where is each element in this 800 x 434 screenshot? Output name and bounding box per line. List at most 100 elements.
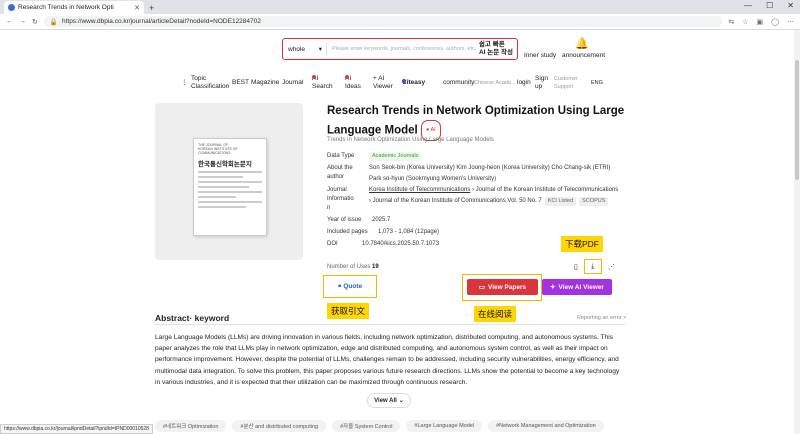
uses-count: 19 <box>372 264 379 270</box>
language-toggle[interactable]: ENG <box>591 79 603 87</box>
support-line1: Customer <box>554 76 578 82</box>
ai-ideas-dot-icon <box>345 75 349 79</box>
bookmark-icon[interactable]: ▯ <box>574 263 578 271</box>
journal-issue-link[interactable]: Journal of the Korean Institute of Commu… <box>373 198 542 204</box>
maximize-button[interactable]: ☐ <box>766 1 773 10</box>
forward-icon[interactable]: → <box>19 18 26 25</box>
browser-tabbar: Research Trends in Network Opti ✕ + — ☐ … <box>0 0 800 14</box>
journal-label-line3: n <box>327 205 331 211</box>
authors[interactable]: Son Seok-bin (Korea University) Kim Joon… <box>369 164 610 184</box>
scopus-tag: SCOPUS <box>579 197 609 206</box>
tab-title: Research Trends in Network Opti <box>18 4 114 11</box>
sparkle-icon: ✦ <box>550 284 556 291</box>
keyword-chip[interactable]: #Network Management and Optimization <box>488 420 604 432</box>
journal-cover: THE JOURNAL OF KOREAN INSTITUTE OF COMMU… <box>155 103 303 260</box>
journal-label-line1: Journal <box>327 187 347 193</box>
browser-toolbar-icons: ⇆ ☆ ▣ ◯ ⋯ <box>728 18 794 26</box>
year-label: Year of issue <box>327 217 362 223</box>
collections-icon[interactable]: ▣ <box>757 18 764 26</box>
article-subtitle: Trends in Network Optimization Using Lar… <box>327 137 494 143</box>
customer-support-link[interactable]: Customer Support <box>554 75 578 91</box>
article-tools: ▯ ⤓ ⋰ <box>574 259 615 274</box>
nav-chinese[interactable]: Chinese Acade... <box>474 79 516 87</box>
new-tab-button[interactable]: + <box>149 3 154 13</box>
search-input[interactable]: Please enter keywords, journals, confere… <box>327 46 479 52</box>
search-scope-select[interactable]: whole ▾ <box>283 43 327 55</box>
keyword-chip[interactable]: #분산 and distributed computing <box>232 420 327 432</box>
browser-tab[interactable]: Research Trends in Network Opti ✕ <box>4 1 144 14</box>
address-bar: ← → ↻ 🔒 https://www.dbpia.co.kr/journal/… <box>0 14 800 30</box>
announcement-link[interactable]: announcement <box>562 52 605 59</box>
ai-writing-button[interactable]: 쉽고 빠른 AI 논문 작성 <box>479 41 517 57</box>
browser-status-bar: https://www.dbpia.co.kr/journal/ipndDeta… <box>0 424 153 434</box>
inner-study-link[interactable]: Inner study <box>524 52 556 59</box>
chevron-right-icon: › <box>471 187 474 193</box>
nav-journal[interactable]: Journal <box>282 79 303 87</box>
profile-icon[interactable]: ◯ <box>771 18 779 26</box>
nav-topic-classification[interactable]: Topic Classification <box>191 75 229 91</box>
view-all-label: View All <box>374 397 397 404</box>
article-title: Research Trends in Network Optimization … <box>327 103 627 141</box>
nav-magazine[interactable]: Magazine <box>251 79 279 87</box>
nav-ai-ideas[interactable]: AI Ideas <box>345 75 361 91</box>
cover-title: 한국통신학회논문지 <box>198 161 252 168</box>
translate-icon[interactable]: ⇆ <box>728 18 734 26</box>
nav-ai-ideas-line2: Ideas <box>345 83 361 90</box>
nav-citeasy[interactable]: Citeasy <box>402 79 425 87</box>
quote-icon: ❝ <box>337 283 342 291</box>
signup-line2: up <box>535 83 543 90</box>
nav-ai-viewer[interactable]: + AI Viewer <box>373 75 393 91</box>
search-box: whole ▾ Please enter keywords, journals,… <box>282 38 518 60</box>
book-icon: ▭ <box>478 284 485 291</box>
reload-icon[interactable]: ↻ <box>32 18 38 26</box>
cover-journal-mid: KOREAN INSTITUTE OF COMMUNICATIONS <box>198 147 238 155</box>
keyword-chip[interactable]: #Large Language Model <box>406 420 483 432</box>
abstract-heading: Abstract· keyword <box>155 313 230 323</box>
cover-image: THE JOURNAL OF KOREAN INSTITUTE OF COMMU… <box>193 138 267 236</box>
tab-close-icon[interactable]: ✕ <box>134 4 140 12</box>
url-text: https://www.dbpia.co.kr/journal/articleD… <box>61 18 261 25</box>
doi-value[interactable]: 10.7840/kics.2025.50.7.1073 <box>362 240 439 249</box>
menu-icon[interactable]: ⋯ <box>787 18 794 26</box>
window-controls: — ☐ ✕ <box>744 1 794 10</box>
support-line2: Support <box>554 84 574 90</box>
nav-community[interactable]: community <box>443 79 474 87</box>
divider <box>155 324 625 325</box>
url-field[interactable]: 🔒 https://www.dbpia.co.kr/journal/articl… <box>43 16 723 27</box>
keyword-chip[interactable]: #네트워크 Optimization <box>155 420 227 432</box>
abstract-text: Large Language Models (LLMs) are driving… <box>155 334 620 386</box>
nav-ai-search[interactable]: AI Search <box>312 75 333 91</box>
quote-button-label: Quote <box>343 283 363 290</box>
back-icon[interactable]: ← <box>6 18 13 25</box>
nav-best[interactable]: BEST <box>232 79 249 87</box>
window-close-button[interactable]: ✕ <box>787 1 794 10</box>
chevron-down-icon: ▾ <box>318 46 322 53</box>
keyword-chip[interactable]: #자율 System Control <box>332 420 401 432</box>
download-icon[interactable]: ⤓ <box>583 259 602 274</box>
journal-name-link[interactable]: Journal of the Korean Institute of Telec… <box>476 187 619 193</box>
nav-ai-viewer-line1: AI <box>378 75 385 82</box>
view-papers-button[interactable]: ▭ View Papers <box>467 279 538 295</box>
site-header: whole ▾ Please enter keywords, journals,… <box>0 30 800 95</box>
doi-label: DOI <box>327 241 338 247</box>
report-error-link[interactable]: Reporting an error > <box>577 315 626 321</box>
view-all-button[interactable]: View All ⌄ <box>367 393 411 408</box>
view-ai-viewer-button[interactable]: ✦ View AI Viewer <box>542 279 612 295</box>
menu-list-icon: ⋮ <box>181 79 188 86</box>
signup-link[interactable]: Sign up <box>535 75 548 91</box>
pages-value: 1,073 - 1,084 (12page) <box>378 229 440 235</box>
nav-ai-viewer-line2: Viewer <box>373 83 393 90</box>
quote-button[interactable]: ❝ Quote <box>325 277 375 296</box>
authors-line2: Park so-hyun (Sookmyung Women's Universi… <box>369 176 497 182</box>
read-annotation-label: 在线阅读 <box>474 306 517 322</box>
share-icon[interactable]: ⋰ <box>608 263 615 271</box>
journal-publisher-link[interactable]: Korea Institute of Telecommunications <box>369 187 470 193</box>
login-link[interactable]: login <box>517 79 531 87</box>
minimize-button[interactable]: — <box>744 1 752 10</box>
ai-writing-line1: 쉽고 빠른 <box>478 41 505 48</box>
journal-info: Korea Institute of Telecommunications › … <box>369 186 618 206</box>
ai-search-dot-icon <box>312 75 316 79</box>
bell-icon[interactable]: 🔔 <box>575 37 589 50</box>
ai-writing-line2: AI 논문 작성 <box>478 49 513 56</box>
favorite-icon[interactable]: ☆ <box>742 18 748 26</box>
